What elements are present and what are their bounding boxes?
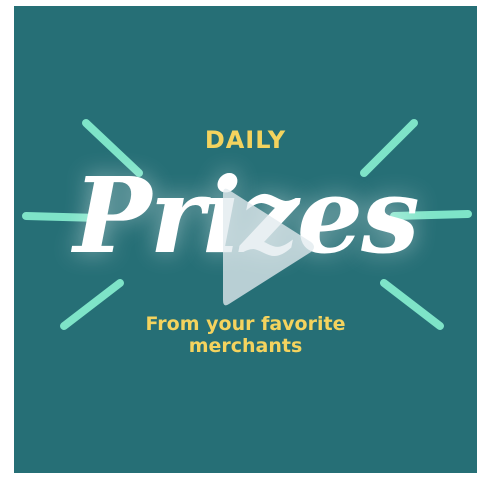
video-thumbnail[interactable]: DAILY Prizes From your favorite merchant… <box>14 6 477 473</box>
play-button[interactable] <box>219 182 319 312</box>
tagline-line-2: merchants <box>188 335 303 357</box>
tagline: From your favorite merchants <box>14 313 477 357</box>
tagline-line-1: From your favorite <box>145 313 346 335</box>
play-icon <box>223 188 314 306</box>
